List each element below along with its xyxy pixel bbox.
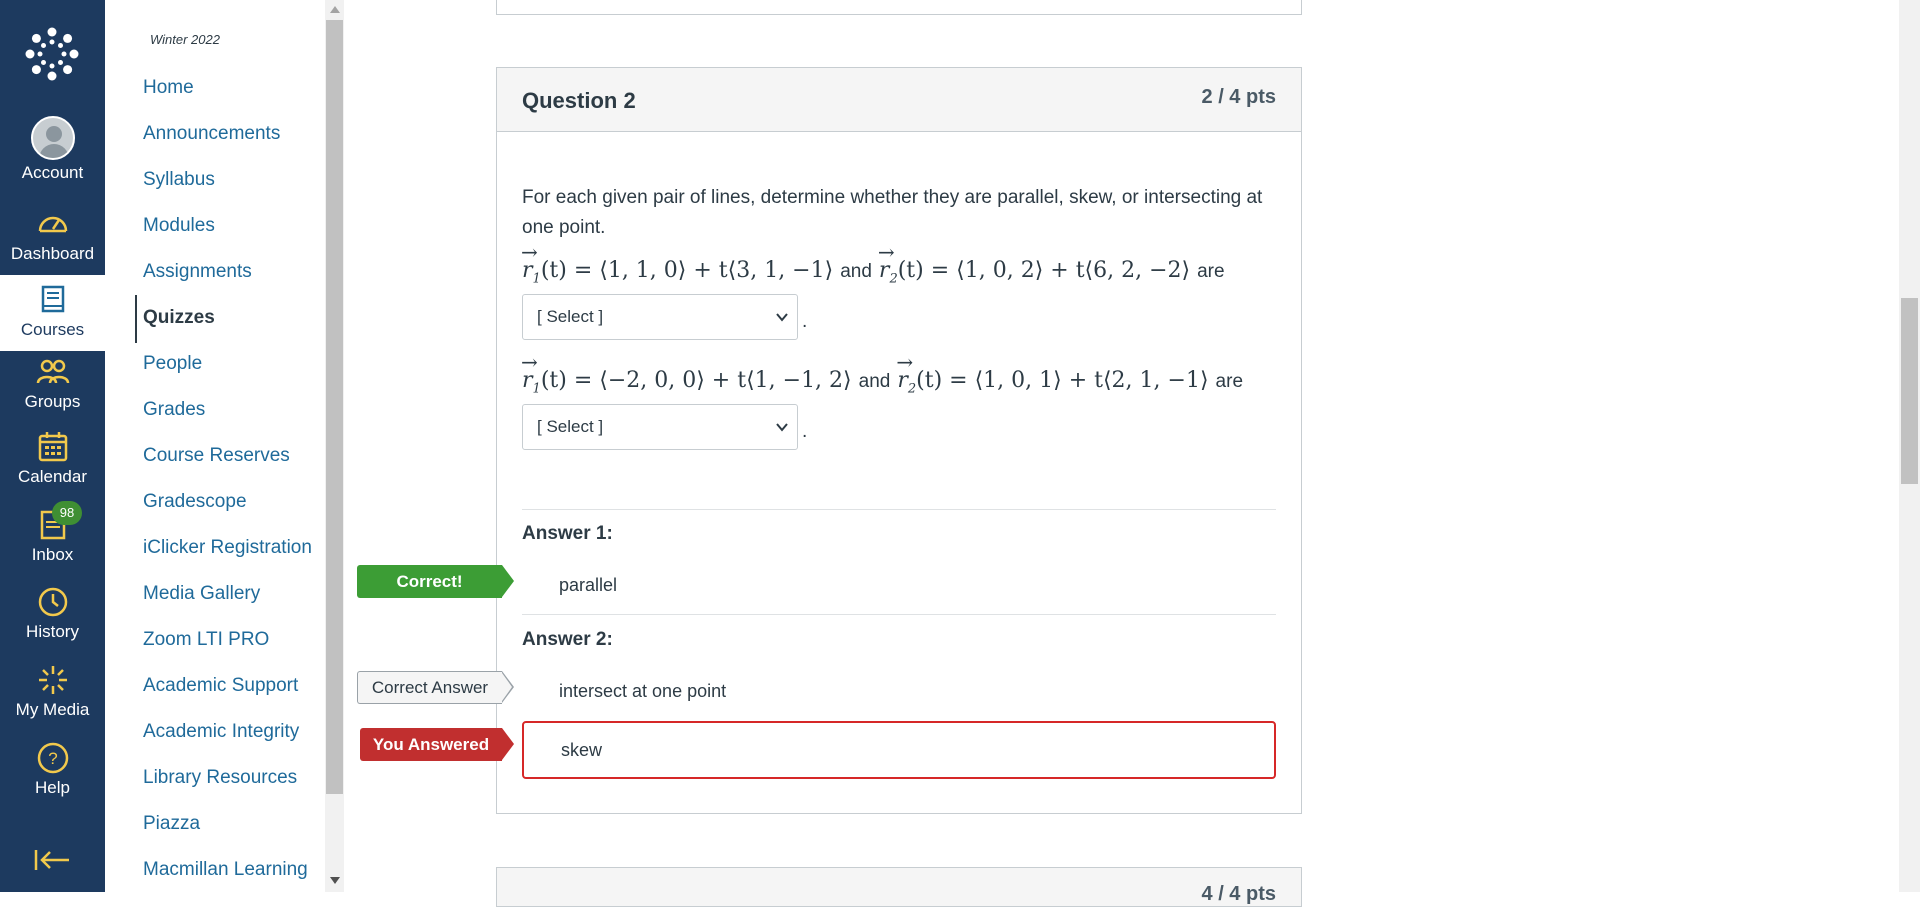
course-nav-course-reserves[interactable]: Course Reserves (143, 445, 290, 467)
answer-2-given-box: skew (522, 721, 1276, 779)
equation-1-left: (t) = ⟨1, 1, 0⟩ + t⟨3, 1, −1⟩ (540, 258, 834, 283)
course-nav-modules[interactable]: Modules (143, 215, 215, 237)
course-nav-academic-support[interactable]: Academic Support (143, 675, 298, 697)
help-icon: ? (37, 742, 68, 774)
nav-courses-label: Courses (20, 320, 85, 339)
course-nav-media-gallery[interactable]: Media Gallery (143, 583, 260, 605)
word-and-2: and (858, 371, 891, 392)
course-nav-announcements[interactable]: Announcements (143, 123, 280, 145)
nav-courses[interactable]: Courses (0, 275, 105, 351)
nav-dashboard-label: Dashboard (10, 244, 95, 263)
course-nav-library-resources[interactable]: Library Resources (143, 767, 297, 789)
answer-2-label: Answer 2: (522, 629, 613, 650)
nav-history-label: History (26, 622, 79, 641)
course-nav-home[interactable]: Home (143, 77, 194, 99)
courses-icon (41, 285, 64, 313)
answer-2-select[interactable]: [ Select ] (522, 404, 798, 450)
nav-inbox[interactable]: Inbox (0, 508, 105, 584)
course-nav-grades[interactable]: Grades (143, 399, 205, 421)
answer-2-select-value: [ Select ] (537, 417, 604, 436)
you-answered-tag: You Answered (360, 728, 514, 761)
nav-calendar[interactable]: Calendar (0, 430, 105, 506)
chevron-down-icon (776, 313, 788, 322)
nav-history[interactable]: History (0, 585, 105, 661)
question-prompt: For each given pair of lines, determine … (522, 187, 1263, 238)
account-avatar (30, 116, 75, 160)
course-nav: Winter 2022 Home Announcements Syllabus … (105, 0, 325, 892)
my-media-icon (38, 666, 67, 694)
course-nav-piazza[interactable]: Piazza (143, 813, 200, 835)
answer-2-given-value: skew (561, 740, 603, 760)
question-points: 2 / 4 pts (1201, 86, 1276, 108)
answer-divider (522, 509, 1276, 510)
chevron-down-icon (776, 423, 788, 432)
correct-tag: Correct! (357, 565, 514, 598)
nav-groups[interactable]: Groups (0, 355, 105, 431)
nav-dashboard[interactable]: Dashboard (0, 207, 105, 283)
scroll-up-arrow-icon[interactable] (330, 6, 340, 13)
active-link-indicator (135, 295, 137, 343)
groups-icon (36, 359, 69, 384)
course-nav-quizzes[interactable]: Quizzes (143, 307, 215, 329)
nav-help[interactable]: ? Help (0, 741, 105, 817)
course-nav-iclicker[interactable]: iClicker Registration (143, 537, 312, 559)
history-icon (38, 587, 67, 617)
collapse-nav-icon[interactable] (33, 848, 73, 872)
question-title: Question 2 (522, 88, 636, 113)
answer-2-correct-value: intersect at one point (559, 681, 727, 701)
question-card: Question 2 2 / 4 pts For each given pair… (496, 67, 1302, 814)
correct-answer-tag: Correct Answer (357, 671, 514, 704)
equation-line-2: r1(t) = ⟨−2, 0, 0⟩ + t⟨1, −1, 2⟩ and r2(… (521, 350, 1244, 397)
nav-my-media[interactable]: My Media (0, 663, 105, 739)
previous-question-box (496, 0, 1302, 15)
course-nav-scroll-thumb[interactable] (326, 20, 343, 794)
nav-account-label: Account (21, 163, 84, 182)
word-and-1: and (840, 261, 872, 282)
dashboard-icon (38, 216, 67, 233)
inbox-unread-badge: 98 (52, 501, 82, 525)
nav-inbox-label: Inbox (31, 545, 74, 564)
next-question-points: 4 / 4 pts (1201, 883, 1276, 905)
answer-divider (522, 614, 1276, 615)
course-nav-assignments[interactable]: Assignments (143, 261, 252, 283)
course-nav-gradescope[interactable]: Gradescope (143, 491, 247, 513)
scroll-down-arrow-icon[interactable] (330, 877, 340, 884)
equation-2-right: (t) = ⟨1, 0, 1⟩ + t⟨2, 1, −1⟩ (916, 368, 1209, 393)
page-scroll-thumb[interactable] (1901, 298, 1918, 484)
course-term: Winter 2022 (150, 32, 220, 47)
course-nav-academic-integrity[interactable]: Academic Integrity (143, 721, 299, 743)
nav-help-label: Help (35, 778, 70, 797)
canvas-logo-icon[interactable] (24, 26, 80, 82)
svg-text:?: ? (48, 749, 57, 768)
answer-1-select[interactable]: [ Select ] (522, 294, 798, 340)
course-nav-zoom[interactable]: Zoom LTI PRO (143, 629, 269, 651)
answer-1-select-value: [ Select ] (537, 307, 604, 326)
course-nav-syllabus[interactable]: Syllabus (143, 169, 215, 191)
nav-account[interactable]: Account (0, 116, 105, 192)
word-are-1: are (1197, 261, 1225, 282)
global-nav: Account Dashboard Courses Groups Calenda… (0, 0, 105, 892)
nav-calendar-label: Calendar (18, 467, 87, 486)
answer-1-label: Answer 1: (522, 523, 613, 544)
word-are-2: are (1215, 371, 1244, 392)
equation-1-right: (t) = ⟨1, 0, 2⟩ + t⟨6, 2, −2⟩ (897, 258, 1191, 283)
course-nav-macmillan[interactable]: Macmillan Learning (143, 859, 308, 881)
course-nav-people[interactable]: People (143, 353, 202, 375)
calendar-icon (38, 432, 67, 462)
equation-2-left: (t) = ⟨−2, 0, 0⟩ + t⟨1, −1, 2⟩ (540, 368, 852, 393)
equation-line-1: r1(t) = ⟨1, 1, 0⟩ + t⟨3, 1, −1⟩ and r2(t… (521, 240, 1225, 287)
next-question-card: 4 / 4 pts (496, 867, 1302, 907)
question-header: Question 2 2 / 4 pts (497, 68, 1301, 132)
nav-my-media-label: My Media (15, 700, 90, 719)
answer-1-value: parallel (559, 575, 618, 595)
nav-groups-label: Groups (24, 392, 81, 411)
